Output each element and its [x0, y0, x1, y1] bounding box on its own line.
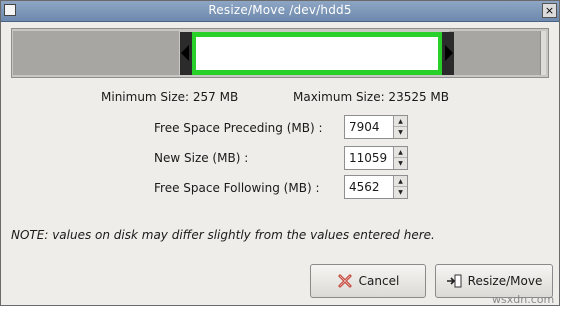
title-bar[interactable]: Resize/Move /dev/hdd5 ×	[1, 1, 559, 22]
cancel-button-label: Cancel	[358, 274, 400, 288]
spin-up-icon[interactable]: ▲	[394, 176, 407, 187]
new-size-spinner: ▲ ▼	[344, 146, 408, 170]
close-icon: ×	[544, 4, 555, 17]
spinner-buttons: ▲ ▼	[393, 147, 407, 169]
spinner-buttons: ▲ ▼	[393, 116, 407, 138]
free-space-preceding-spinner: ▲ ▼	[344, 115, 408, 139]
left-arrow-icon	[181, 45, 189, 61]
resize-move-button-label: Resize/Move	[467, 274, 543, 288]
close-button[interactable]: ×	[542, 3, 557, 18]
resizer-right-edge	[540, 31, 546, 75]
free-space-following-bar	[449, 31, 541, 75]
new-size-input[interactable]	[345, 147, 397, 169]
resize-move-dialog: Resize/Move /dev/hdd5 × Minimum Size: 25…	[0, 0, 560, 306]
partition-block[interactable]	[191, 32, 443, 75]
right-arrow-icon	[445, 45, 453, 61]
disk-values-note: NOTE: values on disk may differ slightly…	[11, 228, 435, 242]
spin-up-icon[interactable]: ▲	[394, 116, 407, 127]
spin-down-icon[interactable]: ▼	[394, 127, 407, 138]
cancel-button[interactable]: Cancel	[310, 264, 426, 298]
spin-down-icon[interactable]: ▼	[394, 187, 407, 198]
free-space-preceding-input[interactable]	[345, 116, 397, 138]
maximum-size-label: Maximum Size: 23525 MB	[293, 90, 450, 104]
spin-up-icon[interactable]: ▲	[394, 147, 407, 158]
minimum-size-label: Minimum Size: 257 MB	[101, 90, 239, 104]
free-space-preceding-bar	[13, 31, 179, 75]
watermark-text: wsxdn.com	[492, 293, 555, 306]
free-space-following-label: Free Space Following (MB) :	[154, 181, 320, 195]
window-title: Resize/Move /dev/hdd5	[208, 3, 352, 17]
free-space-following-spinner: ▲ ▼	[344, 175, 408, 199]
new-size-label: New Size (MB) :	[154, 151, 249, 165]
spinner-buttons: ▲ ▼	[393, 176, 407, 198]
spin-down-icon[interactable]: ▼	[394, 158, 407, 169]
resize-move-icon	[446, 274, 462, 288]
free-space-preceding-label: Free Space Preceding (MB) :	[154, 121, 323, 135]
free-space-following-input[interactable]	[345, 176, 397, 198]
cancel-x-icon	[338, 274, 352, 288]
